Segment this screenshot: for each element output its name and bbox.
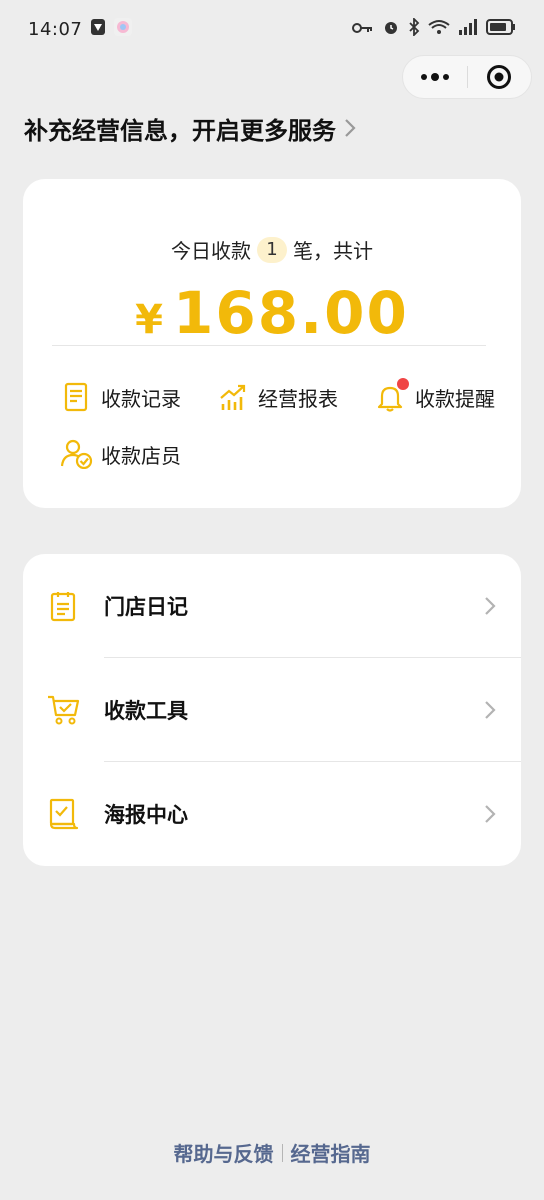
close-button[interactable] <box>468 55 532 99</box>
cart-icon <box>47 694 80 726</box>
pinwheel-icon <box>114 17 133 41</box>
notification-dot <box>397 378 409 390</box>
key-icon <box>352 20 374 39</box>
quick-label: 收款店员 <box>101 443 181 468</box>
menu-list: 门店日记 收款工具 海报中心 <box>23 554 521 866</box>
business-guide-link[interactable]: 经营指南 <box>291 1138 371 1167</box>
amount-value: 168.00 <box>173 279 409 347</box>
menu-item-store-diary[interactable]: 门店日记 <box>23 554 521 658</box>
status-right <box>352 16 516 40</box>
poster-check-icon <box>47 798 79 830</box>
wifi-icon <box>428 19 450 39</box>
quick-payment-reminder[interactable]: 收款提醒 <box>375 378 495 412</box>
bluetooth-icon <box>408 16 420 40</box>
today-amount: ¥ 168.00 <box>23 279 521 347</box>
currency-symbol: ¥ <box>135 297 163 343</box>
menu-item-payment-tools[interactable]: 收款工具 <box>23 658 521 762</box>
promo-link[interactable]: 补充经营信息，开启更多服务 <box>24 108 356 148</box>
chevron-right-icon <box>483 595 497 617</box>
shield-icon <box>90 18 106 41</box>
status-time: 14:07 <box>28 18 83 40</box>
help-feedback-link[interactable]: 帮助与反馈 <box>174 1138 274 1167</box>
mini-program-capsule <box>402 55 532 99</box>
status-left: 14:07 <box>28 17 133 41</box>
more-dots-icon <box>420 73 449 81</box>
bell-icon <box>375 378 409 412</box>
menu-label: 海报中心 <box>104 803 188 827</box>
count-badge: 1 <box>257 236 287 263</box>
footer-links: 帮助与反馈 经营指南 <box>0 1138 544 1167</box>
signal-icon <box>458 19 478 39</box>
quick-business-report[interactable]: 经营报表 <box>218 382 338 412</box>
today-summary: 今日收款 1 笔，共计 <box>23 235 521 264</box>
quick-label: 收款提醒 <box>415 386 495 411</box>
status-bar: 14:07 <box>0 0 544 58</box>
chevron-right-icon <box>483 803 497 825</box>
target-close-icon <box>487 65 512 89</box>
battery-icon <box>486 19 516 39</box>
menu-item-poster-center[interactable]: 海报中心 <box>23 762 521 866</box>
today-prefix: 今日收款 <box>171 239 251 263</box>
alarm-icon <box>382 18 400 40</box>
quick-label: 收款记录 <box>101 386 181 411</box>
today-suffix: 笔，共计 <box>293 239 373 263</box>
clipboard-icon <box>47 590 79 622</box>
quick-cashier-staff[interactable]: 收款店员 <box>60 439 181 470</box>
chevron-right-icon <box>483 699 497 721</box>
quick-receipt-records[interactable]: 收款记录 <box>61 382 181 412</box>
menu-label: 收款工具 <box>104 699 188 723</box>
receipt-record-icon <box>61 382 91 412</box>
promo-text: 补充经营信息，开启更多服务 <box>24 116 336 145</box>
summary-card: 今日收款 1 笔，共计 ¥ 168.00 收款记录 经营报表 收款提醒 收款店员 <box>23 179 521 508</box>
staff-check-icon <box>60 439 93 470</box>
card-divider <box>52 345 486 346</box>
chevron-right-icon <box>345 119 356 137</box>
menu-label: 门店日记 <box>104 595 188 619</box>
chart-report-icon <box>218 382 248 412</box>
more-button[interactable] <box>403 55 467 99</box>
quick-label: 经营报表 <box>258 386 338 411</box>
footer-divider <box>281 1143 283 1162</box>
